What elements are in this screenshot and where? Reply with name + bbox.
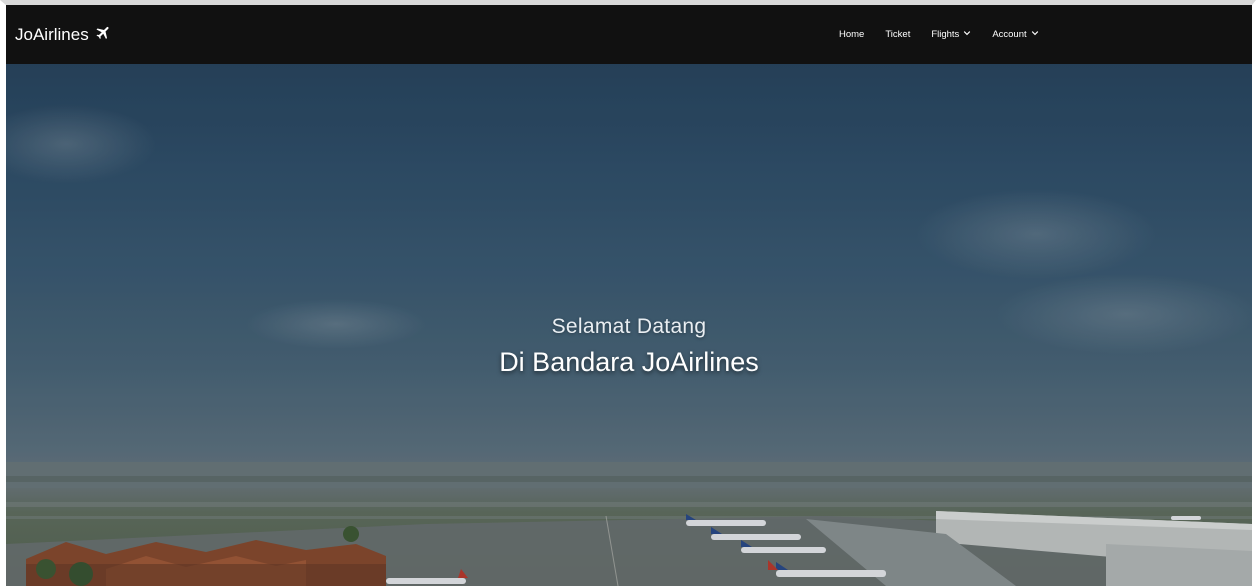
nav-flights-dropdown[interactable]: Flights xyxy=(931,29,971,40)
plane-icon xyxy=(95,24,112,46)
chevron-down-icon xyxy=(963,29,971,40)
nav-account-label: Account xyxy=(992,29,1027,40)
chevron-down-icon xyxy=(1031,29,1039,40)
hero-section: Selamat Datang Di Bandara JoAirlines xyxy=(6,64,1252,586)
nav-menu: Home Ticket Flights Account xyxy=(839,29,1060,40)
hero-subtitle: Selamat Datang xyxy=(551,315,707,338)
nav-home[interactable]: Home xyxy=(839,29,864,40)
nav-flights-label: Flights xyxy=(931,29,960,40)
nav-account-dropdown[interactable]: Account xyxy=(992,29,1038,40)
hero-text: Selamat Datang Di Bandara JoAirlines xyxy=(6,315,1252,378)
nav-ticket-label: Ticket xyxy=(885,29,911,40)
nav-home-label: Home xyxy=(839,29,865,40)
navbar: JoAirlines Home Ticket Flights Account xyxy=(6,5,1252,64)
hero-title: Di Bandara JoAirlines xyxy=(499,347,759,377)
nav-ticket[interactable]: Ticket xyxy=(885,29,910,40)
brand-name: JoAirlines xyxy=(15,25,89,44)
page-frame: JoAirlines Home Ticket Flights Account S… xyxy=(0,0,1256,586)
brand-link[interactable]: JoAirlines xyxy=(15,24,112,46)
